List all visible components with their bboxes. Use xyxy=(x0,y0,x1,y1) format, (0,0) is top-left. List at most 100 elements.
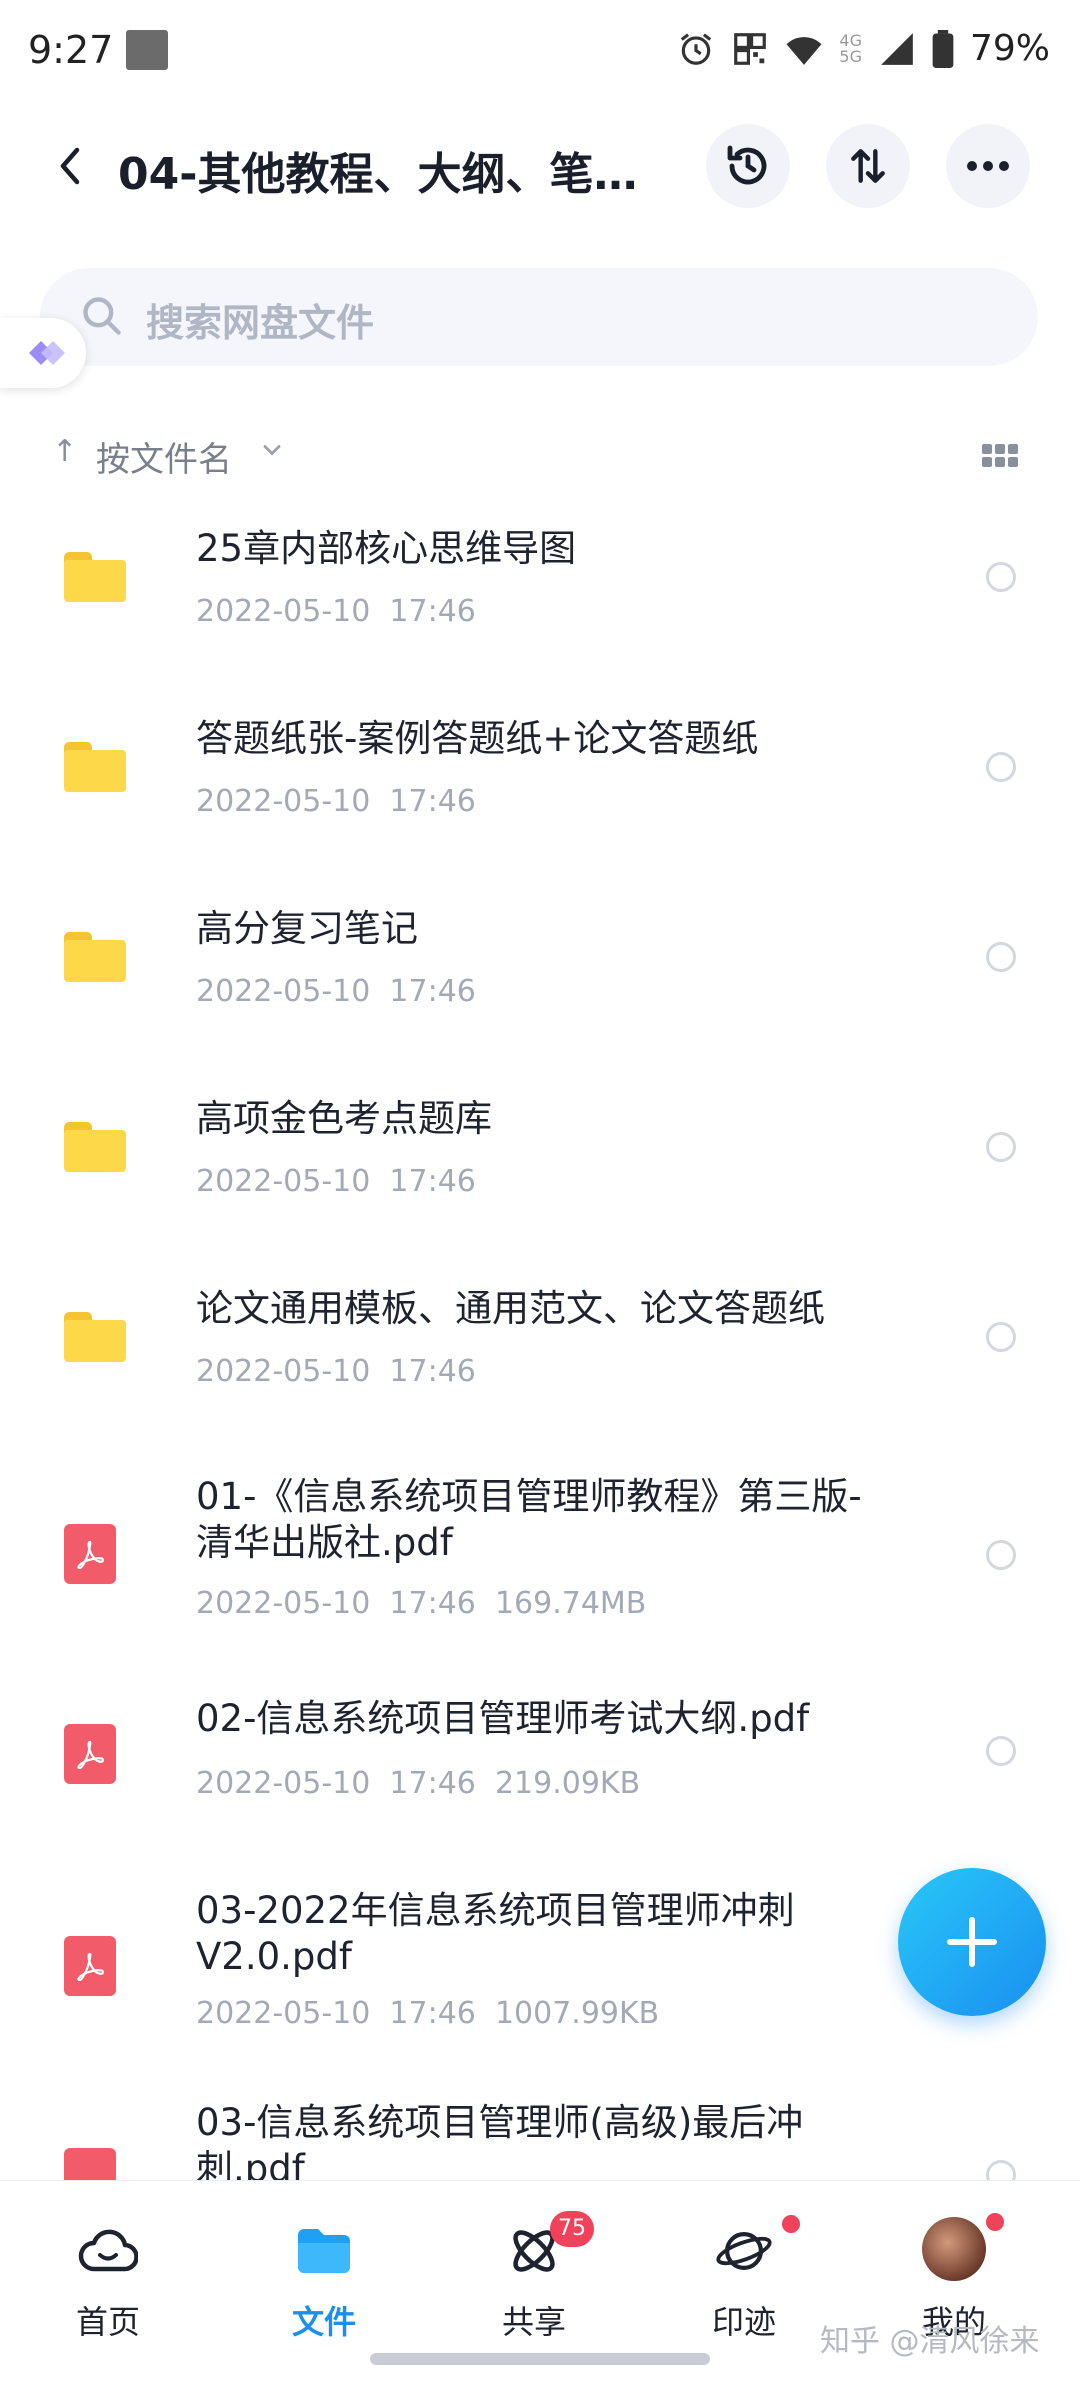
file-row-pdf[interactable]: 03-信息系统项目管理师(高级)最后冲刺.pdf xyxy=(0,2094,1080,2180)
grid-dot xyxy=(995,444,1005,454)
file-name: 高项金色考点题库 xyxy=(196,1097,492,1140)
file-meta: 2022-05-10 17:46 xyxy=(196,784,476,819)
diamond-tool-icon xyxy=(29,341,65,365)
page-title: 04-其他教程、大纲、笔… xyxy=(118,149,638,200)
file-meta: 2022-05-10 17:46 xyxy=(196,594,476,629)
chevron-down-icon[interactable] xyxy=(258,436,286,464)
search-input[interactable]: 搜索网盘文件 xyxy=(40,268,1038,366)
pdf-icon xyxy=(64,1936,116,1996)
search-placeholder: 搜索网盘文件 xyxy=(146,301,375,345)
add-button[interactable] xyxy=(898,1868,1046,2016)
file-row-folder[interactable]: 高分复习笔记 2022-05-10 17:46 xyxy=(0,890,1080,1060)
signal-icon xyxy=(881,32,913,65)
file-name: 03-信息系统项目管理师(高级)最后冲刺.pdf xyxy=(196,2101,804,2180)
side-tool-tab[interactable] xyxy=(0,318,86,388)
nav-label: 首页 xyxy=(75,2303,140,2341)
grid-dot xyxy=(982,457,992,467)
grid-view-button[interactable] xyxy=(982,444,1018,468)
file-row-folder[interactable]: 25章内部核心思维导图 2022-05-10 17:46 xyxy=(0,510,1080,680)
search-icon xyxy=(83,297,121,335)
select-radio[interactable] xyxy=(986,752,1016,782)
select-radio[interactable] xyxy=(986,1540,1016,1570)
share-badge: 75 xyxy=(550,2211,594,2247)
folder-icon xyxy=(64,742,126,792)
pdf-glyph xyxy=(77,1740,105,1769)
select-radio[interactable] xyxy=(986,1322,1016,1352)
status-icons: 4G 5G 79% xyxy=(677,28,1050,69)
select-radio[interactable] xyxy=(986,2160,1016,2180)
folder-icon xyxy=(64,1312,126,1362)
folder-icon xyxy=(64,932,126,982)
nav-item-home[interactable]: 首页 xyxy=(28,2211,188,2341)
more-icon xyxy=(967,161,1009,171)
file-name: 03-2022年信息系统项目管理师冲刺V2.0.pdf xyxy=(196,1889,795,1978)
nav-label: 印迹 xyxy=(711,2303,776,2341)
bottom-nav: 首页 文件 75 共享 印迹 我的 xyxy=(0,2180,1080,2400)
folder-icon xyxy=(64,552,126,602)
select-radio[interactable] xyxy=(986,942,1016,972)
history-button[interactable] xyxy=(706,124,790,208)
file-name: 答题纸张-案例答题纸+论文答题纸 xyxy=(196,717,759,760)
file-row-pdf[interactable]: 02-信息系统项目管理师考试大纲.pdf 2022-05-10 17:46 21… xyxy=(0,1690,1080,1860)
file-meta: 2022-05-10 17:46 169.74MB xyxy=(196,1586,647,1621)
home-indicator[interactable] xyxy=(370,2353,710,2365)
pdf-icon xyxy=(64,2148,116,2180)
back-button[interactable] xyxy=(40,136,100,196)
nav-label: 共享 xyxy=(501,2303,566,2341)
file-meta: 2022-05-10 17:46 xyxy=(196,974,476,1009)
notification-dot xyxy=(782,2215,800,2233)
watermark: 知乎 @清风徐来 xyxy=(820,2324,1040,2359)
status-time: 9:27 xyxy=(28,28,114,72)
file-meta: 2022-05-10 17:46 1007.99KB xyxy=(196,1996,660,2031)
notification-dot xyxy=(986,2213,1004,2231)
file-meta: 2022-05-10 17:46 xyxy=(196,1164,476,1199)
file-name: 论文通用模板、通用范文、论文答题纸 xyxy=(196,1287,825,1330)
more-button[interactable] xyxy=(946,124,1030,208)
status-bar: 9:27 4G 5G 79% xyxy=(0,0,1080,100)
select-radio[interactable] xyxy=(986,1132,1016,1162)
pdf-icon xyxy=(64,1524,116,1584)
nav-label: 文件 xyxy=(291,2303,356,2341)
grid-dot xyxy=(995,457,1005,467)
file-row-folder[interactable]: 答题纸张-案例答题纸+论文答题纸 2022-05-10 17:46 xyxy=(0,700,1080,870)
file-name: 25章内部核心思维导图 xyxy=(196,527,577,570)
planet-icon xyxy=(714,2221,774,2281)
transfer-button[interactable] xyxy=(826,124,910,208)
battery-icon xyxy=(932,29,954,68)
grid-dot xyxy=(1008,457,1018,467)
file-meta: 2022-05-10 17:46 xyxy=(196,1354,476,1389)
folder-icon xyxy=(294,2221,354,2281)
pdf-icon xyxy=(64,1724,116,1784)
history-icon xyxy=(727,145,767,185)
wifi-icon xyxy=(786,36,822,65)
battery-level: 79% xyxy=(969,28,1050,69)
nav-item-files[interactable]: 文件 xyxy=(244,2211,404,2341)
select-radio[interactable] xyxy=(986,1736,1016,1766)
file-row-folder[interactable]: 论文通用模板、通用范文、论文答题纸 2022-05-10 17:46 xyxy=(0,1270,1080,1440)
transfer-icon xyxy=(851,149,885,183)
folder-icon xyxy=(64,1122,126,1172)
pdf-glyph xyxy=(77,1952,105,1981)
select-radio[interactable] xyxy=(986,562,1016,592)
pdf-glyph xyxy=(77,1540,105,1569)
notification-icon xyxy=(126,30,168,70)
nav-item-traces[interactable]: 印迹 xyxy=(664,2211,824,2341)
sort-bar: ↑ 按文件名 xyxy=(0,420,1080,490)
grid-dot xyxy=(982,444,992,454)
file-row-pdf[interactable]: 01-《信息系统项目管理师教程》第三版-清华出版社.pdf 2022-05-10… xyxy=(0,1460,1080,1650)
avatar xyxy=(922,2217,986,2281)
sort-label[interactable]: 按文件名 xyxy=(96,432,232,481)
header: 04-其他教程、大纲、笔… xyxy=(0,118,1080,218)
nav-item-share[interactable]: 75 共享 xyxy=(454,2211,614,2341)
grid-dot xyxy=(1008,444,1018,454)
file-row-folder[interactable]: 高项金色考点题库 2022-05-10 17:46 xyxy=(0,1080,1080,1250)
file-meta: 2022-05-10 17:46 219.09KB xyxy=(196,1766,641,1801)
sort-direction-icon[interactable]: ↑ xyxy=(52,434,77,469)
home-cloud-icon xyxy=(78,2221,138,2281)
file-name: 01-《信息系统项目管理师教程》第三版-清华出版社.pdf xyxy=(196,1475,862,1564)
alarm-icon xyxy=(681,32,712,65)
nfc-icon xyxy=(734,32,767,65)
network-type: 4G 5G xyxy=(839,30,862,66)
file-name: 02-信息系统项目管理师考试大纲.pdf xyxy=(196,1697,810,1740)
plus-icon xyxy=(947,1917,997,1967)
